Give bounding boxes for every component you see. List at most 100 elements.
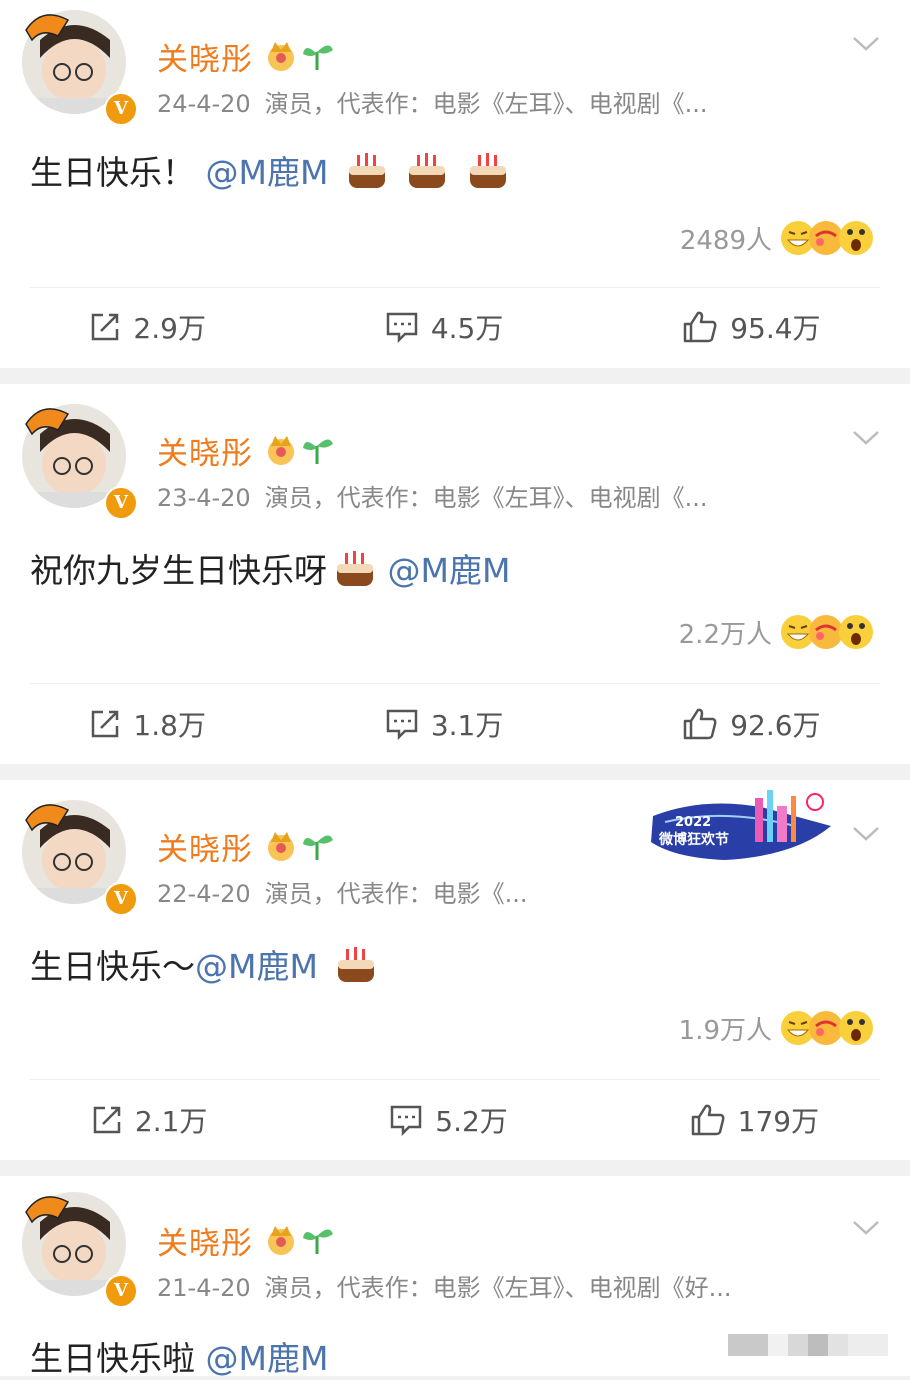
sprout-badge-icon <box>303 439 333 464</box>
post-card: V 关晓彤 22-4-20 演员，代表作：电影《... 2022 微博狂欢节 生… <box>0 780 910 1160</box>
post-meta: 22-4-20 演员，代表作：电影《... <box>157 874 528 909</box>
comment-button[interactable]: 5.2万 <box>389 1100 508 1140</box>
share-button[interactable]: 1.8万 <box>89 704 206 744</box>
verified-badge: V <box>104 486 138 520</box>
verified-badge: V <box>104 92 138 126</box>
action-bar: 2.9万 4.5万 95.4万 <box>0 305 910 349</box>
reaction-emoji-icon <box>781 615 873 649</box>
reaction-emoji-icon <box>781 1011 873 1045</box>
blurred-region <box>728 1334 888 1356</box>
comment-count: 4.5万 <box>430 312 504 345</box>
comment-button[interactable]: 3.1万 <box>385 704 503 744</box>
thumbs-up-icon <box>683 708 717 740</box>
post-text: 生日快乐～ <box>30 947 195 986</box>
reaction-summary[interactable]: 2.2万人 <box>679 612 876 652</box>
birthday-cake-emoji <box>337 551 373 586</box>
like-button[interactable]: 92.6万 <box>682 704 821 744</box>
action-bar: 1.8万 3.1万 92.6万 <box>0 702 910 746</box>
like-count: 179万 <box>737 1105 820 1138</box>
post-text: 生日快乐啦 <box>30 1339 195 1378</box>
chevron-down-icon[interactable] <box>852 1220 880 1236</box>
post-card: V 关晓彤 24-4-20 演员，代表作：电影《左耳》、电视剧《... 生日快乐… <box>0 0 910 368</box>
crown-badge-icon <box>268 832 294 861</box>
user-bio: 演员，代表作：电影《左耳》、电视剧《... <box>264 484 708 512</box>
birthday-cake-emoji <box>469 153 506 188</box>
avatar[interactable]: V <box>22 10 138 126</box>
mention-link[interactable]: @M鹿M <box>206 153 329 192</box>
user-badges <box>265 38 337 76</box>
like-button[interactable]: 95.4万 <box>682 307 821 347</box>
share-icon <box>92 313 119 341</box>
birthday-cake-emoji <box>338 947 375 982</box>
username[interactable]: 关晓彤 <box>157 1218 253 1263</box>
user-badges <box>265 432 337 470</box>
reaction-summary[interactable]: 2489人 <box>680 218 876 258</box>
crown-badge-icon <box>268 42 294 71</box>
carnival-banner[interactable]: 2022 微博狂欢节 <box>645 786 833 866</box>
post-meta: 24-4-20 演员，代表作：电影《左耳》、电视剧《... <box>157 84 708 119</box>
crown-badge-icon <box>268 1226 294 1255</box>
comment-icon <box>386 709 418 740</box>
divider <box>30 683 880 684</box>
verified-badge: V <box>104 1274 138 1308</box>
username[interactable]: 关晓彤 <box>157 824 253 869</box>
share-count: 1.8万 <box>133 709 206 742</box>
post-text: 生日快乐！ <box>30 153 195 192</box>
post-content: 生日快乐啦 @M鹿M <box>30 1332 328 1380</box>
post-content: 生日快乐！ @M鹿M <box>30 146 510 194</box>
like-button[interactable]: 179万 <box>690 1100 819 1140</box>
share-count: 2.1万 <box>134 1105 208 1138</box>
avatar[interactable]: V <box>22 404 138 520</box>
crown-badge-icon <box>268 436 294 465</box>
mention-link[interactable]: @M鹿M <box>388 551 511 590</box>
divider <box>30 1079 880 1080</box>
reaction-count: 2489人 <box>679 225 772 256</box>
post-text: 祝你九岁生日快乐呀 <box>30 551 327 590</box>
comment-icon <box>391 1105 422 1136</box>
birthday-cake-emoji <box>348 153 385 188</box>
post-card: V 关晓彤 23-4-20 演员，代表作：电影《左耳》、电视剧《... 祝你九岁生… <box>0 384 910 764</box>
post-meta: 23-4-20 演员，代表作：电影《左耳》、电视剧《... <box>157 478 708 513</box>
user-badges <box>265 828 337 866</box>
reaction-emoji-icon <box>781 221 873 255</box>
verified-badge: V <box>104 882 138 916</box>
user-bio: 演员，代表作：电影《左耳》、电视剧《... <box>264 90 708 118</box>
banner-title: 微博狂欢节 <box>658 831 729 848</box>
comment-count: 5.2万 <box>435 1105 508 1138</box>
post-date: 23-4-20 <box>157 484 251 512</box>
chevron-down-icon[interactable] <box>852 430 880 446</box>
divider <box>30 287 880 288</box>
avatar[interactable]: V <box>22 1192 138 1308</box>
avatar[interactable]: V <box>22 800 138 916</box>
weibo-feed: V 关晓彤 24-4-20 演员，代表作：电影《左耳》、电视剧《... 生日快乐… <box>0 0 910 1378</box>
comment-icon <box>386 312 418 343</box>
mention-link[interactable]: @M鹿M <box>195 947 318 986</box>
chevron-down-icon[interactable] <box>852 36 880 52</box>
banner-year: 2022 <box>675 815 711 830</box>
post-card: V 关晓彤 21-4-20 演员，代表作：电影《左耳》、电视剧《好... 生日快乐… <box>0 1176 910 1378</box>
share-icon <box>92 710 119 738</box>
birthday-cake-emoji <box>409 153 446 188</box>
reaction-count: 1.9万人 <box>678 1015 772 1046</box>
comment-button[interactable]: 4.5万 <box>385 307 504 347</box>
reaction-summary[interactable]: 1.9万人 <box>679 1008 876 1048</box>
share-icon <box>93 1106 121 1134</box>
thumbs-up-icon <box>683 311 717 343</box>
share-button[interactable]: 2.1万 <box>91 1100 208 1140</box>
like-count: 95.4万 <box>730 312 821 345</box>
post-meta: 21-4-20 演员，代表作：电影《左耳》、电视剧《好... <box>157 1268 732 1303</box>
post-date: 21-4-20 <box>157 1274 251 1302</box>
post-date: 24-4-20 <box>157 90 251 118</box>
user-badges <box>265 1222 337 1260</box>
username[interactable]: 关晓彤 <box>157 34 253 79</box>
share-button[interactable]: 2.9万 <box>89 307 206 347</box>
post-content: 祝你九岁生日快乐呀 @M鹿M <box>30 544 510 592</box>
mention-link[interactable]: @M鹿M <box>206 1339 329 1378</box>
post-date: 22-4-20 <box>157 880 251 908</box>
chevron-down-icon[interactable] <box>852 826 880 842</box>
post-content: 生日快乐～@M鹿M <box>30 940 378 988</box>
user-bio: 演员，代表作：电影《... <box>264 880 528 908</box>
username[interactable]: 关晓彤 <box>157 428 253 473</box>
share-count: 2.9万 <box>133 312 206 345</box>
action-bar: 2.1万 5.2万 179万 <box>0 1098 910 1142</box>
